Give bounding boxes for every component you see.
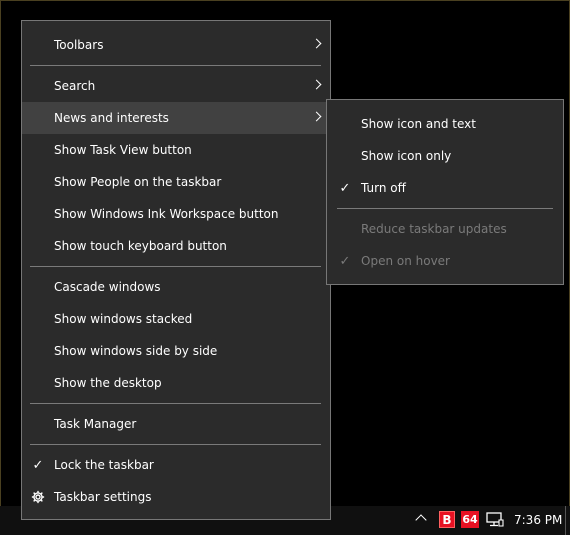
clock[interactable]: 7:36 PM [514,506,562,535]
menu-item-label: Task Manager [54,417,137,431]
menu-item-label: Show the desktop [54,376,162,390]
submenu-item-label: Show icon only [361,149,452,163]
red-b-app-icon[interactable]: B [439,511,455,528]
network-icon[interactable] [486,511,504,528]
menu-item-label: Cascade windows [54,280,161,294]
menu-item-taskbar-settings[interactable]: Taskbar settings [22,481,330,513]
menu-item-task-manager[interactable]: Task Manager [22,408,330,440]
menu-item-label: Show Task View button [54,143,192,157]
submenu-item-turn-off[interactable]: ✓ Turn off [327,172,563,204]
checkmark-icon: ✓ [339,253,351,269]
menu-item-news-and-interests[interactable]: News and interests [22,102,330,134]
submenu-item-label: Reduce taskbar updates [361,222,507,236]
menu-item-show-windows-side-by-side[interactable]: Show windows side by side [22,335,330,367]
news-and-interests-submenu: Show icon and text Show icon only ✓ Turn… [326,99,564,285]
menu-item-label: Show Windows Ink Workspace button [54,207,279,221]
menu-item-lock-the-taskbar[interactable]: ✓ Lock the taskbar [22,449,330,481]
submenu-item-label: Turn off [361,181,406,195]
menu-separator [337,208,553,209]
menu-item-show-people[interactable]: Show People on the taskbar [22,166,330,198]
chevron-right-icon [311,79,322,90]
menu-item-toolbars[interactable]: Toolbars [22,29,330,61]
submenu-item-open-on-hover[interactable]: ✓ Open on hover [327,245,563,277]
checkmark-icon: ✓ [339,180,351,196]
submenu-item-reduce-taskbar-updates[interactable]: Reduce taskbar updates [327,213,563,245]
menu-item-label: Taskbar settings [54,490,152,504]
chevron-right-icon [311,111,322,122]
taskbar-context-menu: Toolbars Search News and interests Show … [21,20,331,520]
submenu-item-show-icon-only[interactable]: Show icon only [327,140,563,172]
submenu-item-show-icon-and-text[interactable]: Show icon and text [327,108,563,140]
menu-item-label: Toolbars [54,38,104,52]
menu-item-show-windows-stacked[interactable]: Show windows stacked [22,303,330,335]
red-64-app-icon[interactable]: 64 [461,511,479,528]
menu-item-label: Show touch keyboard button [54,239,227,253]
menu-separator [30,266,321,267]
menu-item-label: Show windows stacked [54,312,193,326]
menu-item-label: Lock the taskbar [54,458,154,472]
menu-item-label: Show windows side by side [54,344,218,358]
menu-item-search[interactable]: Search [22,70,330,102]
menu-item-label: Search [54,79,96,93]
submenu-item-label: Open on hover [361,254,450,268]
menu-item-label: News and interests [54,111,169,125]
menu-item-show-touch-keyboard[interactable]: Show touch keyboard button [22,230,330,262]
menu-item-label: Show People on the taskbar [54,175,222,189]
gear-icon [30,481,46,513]
menu-separator [30,444,321,445]
menu-item-show-windows-ink[interactable]: Show Windows Ink Workspace button [22,198,330,230]
menu-separator [30,65,321,66]
submenu-item-label: Show icon and text [361,117,476,131]
menu-item-show-the-desktop[interactable]: Show the desktop [22,367,330,399]
menu-separator [30,403,321,404]
menu-item-cascade-windows[interactable]: Cascade windows [22,271,330,303]
checkmark-icon: ✓ [32,457,44,473]
show-desktop-button[interactable] [565,506,570,535]
menu-item-show-task-view-button[interactable]: Show Task View button [22,134,330,166]
chevron-right-icon [311,38,322,49]
